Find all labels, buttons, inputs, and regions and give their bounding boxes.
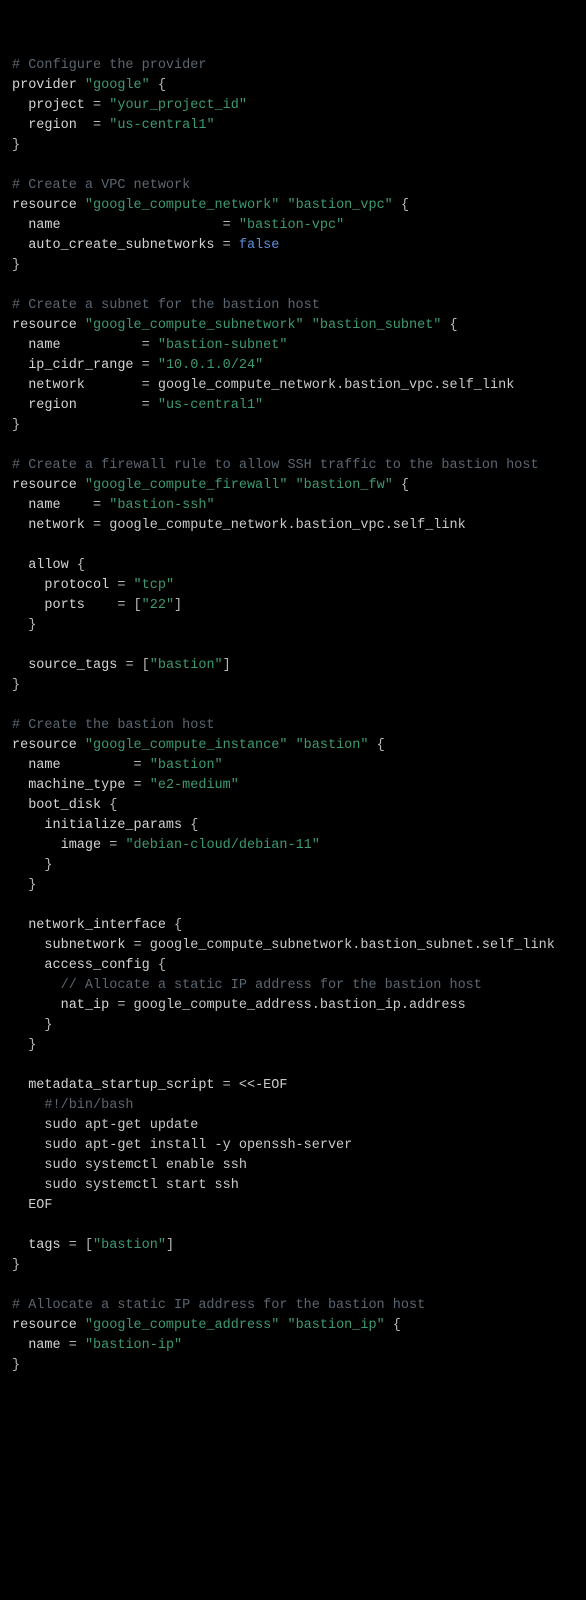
ident: allow bbox=[28, 558, 69, 573]
shell-line: sudo apt-get update bbox=[44, 1118, 198, 1133]
keyword-resource: resource bbox=[12, 318, 77, 333]
ident: boot_disk bbox=[28, 798, 101, 813]
string: "us-central1" bbox=[158, 398, 263, 413]
reference: google_compute_network.bastion_vpc.self_… bbox=[158, 378, 514, 393]
string: "bastion" bbox=[296, 738, 369, 753]
ident: network_interface bbox=[28, 918, 166, 933]
keyword-resource: resource bbox=[12, 478, 77, 493]
heredoc-end: EOF bbox=[28, 1198, 52, 1213]
ident: name bbox=[28, 1338, 60, 1353]
keyword-resource: resource bbox=[12, 1318, 77, 1333]
ident: region bbox=[28, 118, 77, 133]
string: "google" bbox=[85, 78, 150, 93]
shell-line: sudo systemctl enable ssh bbox=[44, 1158, 247, 1173]
string: "bastion-ssh" bbox=[109, 498, 214, 513]
shell-line: sudo systemctl start ssh bbox=[44, 1178, 238, 1193]
ident: image bbox=[61, 838, 102, 853]
ident: project bbox=[28, 98, 85, 113]
comment: # Create the bastion host bbox=[12, 718, 215, 733]
string: "google_compute_network" bbox=[85, 198, 279, 213]
ident: name bbox=[28, 758, 60, 773]
string: "bastion-vpc" bbox=[239, 218, 344, 233]
ident: nat_ip bbox=[61, 998, 110, 1013]
string: "bastion_vpc" bbox=[287, 198, 392, 213]
comment: # Configure the provider bbox=[12, 58, 206, 73]
ident: ip_cidr_range bbox=[28, 358, 133, 373]
reference: google_compute_network.bastion_vpc.self_… bbox=[109, 518, 465, 533]
reference: google_compute_address.bastion_ip.addres… bbox=[134, 998, 466, 1013]
boolean-false: false bbox=[239, 238, 280, 253]
ident: network bbox=[28, 378, 85, 393]
string: "bastion_ip" bbox=[287, 1318, 384, 1333]
string: "tcp" bbox=[134, 578, 175, 593]
string: "google_compute_firewall" bbox=[85, 478, 288, 493]
shell-line: sudo apt-get install -y openssh-server bbox=[44, 1138, 352, 1153]
string: "bastion" bbox=[150, 658, 223, 673]
ident: source_tags bbox=[28, 658, 117, 673]
ident: ports bbox=[44, 598, 85, 613]
ident: subnetwork bbox=[44, 938, 125, 953]
string: "bastion_fw" bbox=[296, 478, 393, 493]
keyword-resource: resource bbox=[12, 738, 77, 753]
ident: network bbox=[28, 518, 85, 533]
ident: initialize_params bbox=[44, 818, 182, 833]
comment: # Allocate a static IP address for the b… bbox=[12, 1298, 425, 1313]
string: "10.0.1.0/24" bbox=[158, 358, 263, 373]
ident: metadata_startup_script bbox=[28, 1078, 214, 1093]
string: "google_compute_instance" bbox=[85, 738, 288, 753]
reference: google_compute_subnetwork.bastion_subnet… bbox=[150, 938, 555, 953]
ident: tags bbox=[28, 1238, 60, 1253]
string: "google_compute_address" bbox=[85, 1318, 279, 1333]
comment: // Allocate a static IP address for the … bbox=[61, 978, 482, 993]
ident: access_config bbox=[44, 958, 149, 973]
string: "bastion_subnet" bbox=[312, 318, 442, 333]
string: "bastion" bbox=[150, 758, 223, 773]
shebang: #!/bin/bash bbox=[44, 1098, 133, 1113]
ident: name bbox=[28, 498, 60, 513]
keyword-resource: resource bbox=[12, 198, 77, 213]
string: "bastion-ip" bbox=[85, 1338, 182, 1353]
heredoc-start: <<-EOF bbox=[239, 1078, 288, 1093]
string: "22" bbox=[142, 598, 174, 613]
string: "your_project_id" bbox=[109, 98, 247, 113]
comment: # Create a subnet for the bastion host bbox=[12, 298, 320, 313]
string: "google_compute_subnetwork" bbox=[85, 318, 304, 333]
comment: # Create a VPC network bbox=[12, 178, 190, 193]
string: "debian-cloud/debian-11" bbox=[125, 838, 319, 853]
string: "bastion-subnet" bbox=[158, 338, 288, 353]
ident: name bbox=[28, 218, 60, 233]
ident: protocol bbox=[44, 578, 109, 593]
ident: auto_create_subnetworks bbox=[28, 238, 214, 253]
ident: name bbox=[28, 338, 60, 353]
ident: region bbox=[28, 398, 77, 413]
code-block: # Configure the provider provider "googl… bbox=[12, 56, 574, 1376]
comment: # Create a firewall rule to allow SSH tr… bbox=[12, 458, 539, 473]
string: "bastion" bbox=[93, 1238, 166, 1253]
string: "e2-medium" bbox=[150, 778, 239, 793]
string: "us-central1" bbox=[109, 118, 214, 133]
ident: machine_type bbox=[28, 778, 125, 793]
keyword-provider: provider bbox=[12, 78, 77, 93]
